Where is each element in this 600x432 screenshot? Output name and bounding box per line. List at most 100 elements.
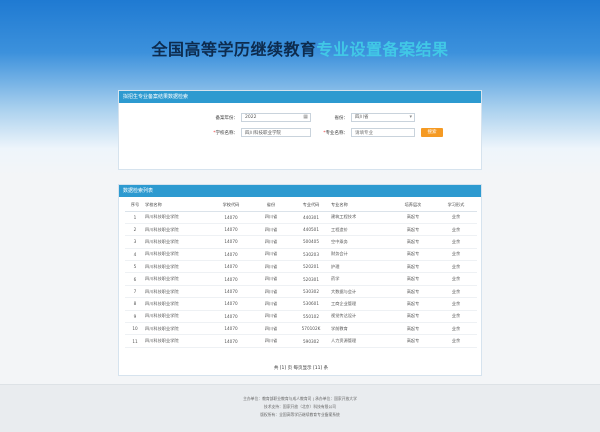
footer-tech-support: 技术支持：国家开放（北京）科技有限公司	[263, 404, 337, 409]
column-header: 学校名称	[145, 200, 211, 212]
table-cell: 业余	[435, 285, 477, 299]
table-cell: 业余	[435, 260, 477, 274]
column-header: 序号	[125, 200, 145, 212]
table-cell: 高起专	[391, 223, 435, 237]
table-cell: 药学	[331, 272, 391, 286]
table-row: 2 四川科技职业学院 14070 四川省 440501 工程造价 高起专 业余	[125, 223, 477, 237]
table-cell: 空中乘务	[331, 235, 391, 249]
table-cell: 14070	[211, 322, 251, 336]
table-cell: 四川省	[251, 235, 291, 249]
table-cell: 高起专	[391, 211, 435, 224]
results-panel: 数据检索列表 序号 学校名称 学校代码 省份 专业代码 专业名称 培养层次 学习…	[118, 184, 482, 376]
results-panel-title: 数据检索列表	[119, 185, 481, 197]
column-header: 培养层次	[391, 200, 435, 212]
major-input[interactable]	[351, 128, 415, 137]
table-cell: 四川科技职业学院	[145, 285, 211, 299]
table-cell: 业余	[435, 322, 477, 336]
table-cell: 7	[125, 285, 145, 299]
table-row: 10 四川科技职业学院 14070 四川省 570102K 学前教育 高起专 业余	[125, 322, 477, 336]
page-title-main: 全国高等学历继续教育	[151, 40, 317, 59]
table-cell: 520301	[291, 272, 331, 286]
results-table: 序号 学校名称 学校代码 省份 专业代码 专业名称 培养层次 学习形式 1 四川科…	[125, 200, 477, 348]
table-cell: 590302	[291, 334, 331, 348]
table-row: 7 四川科技职业学院 14070 四川省 530302 大数据与会计 高起专 业余	[125, 285, 477, 299]
table-cell: 四川省	[251, 211, 291, 224]
table-header-row: 序号 学校名称 学校代码 省份 专业代码 专业名称 培养层次 学习形式	[125, 200, 477, 212]
table-cell: 3	[125, 235, 145, 249]
province-select[interactable]: 四川省 ▾	[351, 113, 415, 122]
table-cell: 视觉传达设计	[331, 310, 391, 324]
table-cell: 9	[125, 310, 145, 324]
table-cell: 四川省	[251, 297, 291, 311]
table-cell: 财务会计	[331, 248, 391, 262]
table-cell: 高起专	[391, 248, 435, 262]
table-row: 11 四川科技职业学院 14070 四川省 590302 人力资源管理 高起专 业余	[125, 334, 477, 348]
table-cell: 14070	[211, 211, 251, 224]
table-cell: 11	[125, 334, 145, 348]
table-cell: 工商企业管理	[331, 297, 391, 311]
table-cell: 四川省	[251, 248, 291, 262]
table-cell: 14070	[211, 310, 251, 324]
table-cell: 四川科技职业学院	[145, 260, 211, 274]
table-cell: 建筑工程技术	[331, 211, 391, 224]
table-cell: 四川科技职业学院	[145, 272, 211, 286]
table-cell: 四川省	[251, 285, 291, 299]
table-cell: 14070	[211, 334, 251, 348]
table-row: 5 四川科技职业学院 14070 四川省 520201 护理 高起专 业余	[125, 260, 477, 274]
school-label: *学校名称：	[213, 131, 238, 136]
calendar-icon: ▦	[303, 114, 308, 120]
table-row: 6 四川科技职业学院 14070 四川省 520301 药学 高起专 业余	[125, 272, 477, 286]
table-cell: 业余	[435, 211, 477, 224]
table-cell: 大数据与会计	[331, 285, 391, 299]
table-cell: 人力资源管理	[331, 334, 391, 348]
table-cell: 四川科技职业学院	[145, 334, 211, 348]
table-cell: 四川科技职业学院	[145, 310, 211, 324]
table-cell: 四川科技职业学院	[145, 248, 211, 262]
table-cell: 高起专	[391, 235, 435, 249]
column-header: 学习形式	[435, 200, 477, 212]
table-row: 1 四川科技职业学院 14070 四川省 440301 建筑工程技术 高起专 业余	[125, 211, 477, 224]
year-label: 备案年份：	[215, 116, 239, 121]
school-input[interactable]	[241, 128, 311, 137]
search-button[interactable]: 搜索	[421, 128, 443, 137]
table-cell: 学前教育	[331, 322, 391, 336]
table-cell: 14070	[211, 223, 251, 237]
table-cell: 530601	[291, 297, 331, 311]
table-cell: 440501	[291, 223, 331, 237]
table-cell: 4	[125, 248, 145, 262]
table-cell: 14070	[211, 285, 251, 299]
table-cell: 四川科技职业学院	[145, 297, 211, 311]
column-header: 专业名称	[331, 200, 391, 212]
province-label: 省份：	[334, 116, 349, 121]
year-value: 2022	[245, 115, 257, 120]
table-cell: 业余	[435, 297, 477, 311]
table-cell: 14070	[211, 235, 251, 249]
table-cell: 业余	[435, 334, 477, 348]
table-cell: 四川省	[251, 260, 291, 274]
pagination[interactable]: 共 [1] 页 每页显示 [11] 条	[119, 365, 483, 371]
page-title-accent: 专业设置备案结果	[316, 40, 449, 59]
column-header: 学校代码	[211, 200, 251, 212]
table-cell: 四川省	[251, 334, 291, 348]
table-cell: 10	[125, 322, 145, 336]
chevron-down-icon: ▾	[409, 114, 412, 120]
table-cell: 14070	[211, 248, 251, 262]
table-cell: 护理	[331, 260, 391, 274]
table-cell: 业余	[435, 235, 477, 249]
table-cell: 高起专	[391, 272, 435, 286]
table-cell: 四川科技职业学院	[145, 235, 211, 249]
table-cell: 高起专	[391, 297, 435, 311]
table-cell: 高起专	[391, 334, 435, 348]
table-cell: 四川省	[251, 322, 291, 336]
table-cell: 14070	[211, 297, 251, 311]
table-cell: 业余	[435, 310, 477, 324]
table-cell: 530203	[291, 248, 331, 262]
table-cell: 2	[125, 223, 145, 237]
page-title: 全国高等学历继续教育专业设置备案结果	[0, 36, 600, 60]
table-cell: 四川省	[251, 272, 291, 286]
table-cell: 440301	[291, 211, 331, 224]
table-cell: 520201	[291, 260, 331, 274]
year-select[interactable]: 2022 ▦	[241, 113, 311, 122]
province-value: 四川省	[355, 115, 369, 120]
footer-copyright: 版权所有：全国高等学历继续教育专业备案系统	[260, 412, 340, 417]
